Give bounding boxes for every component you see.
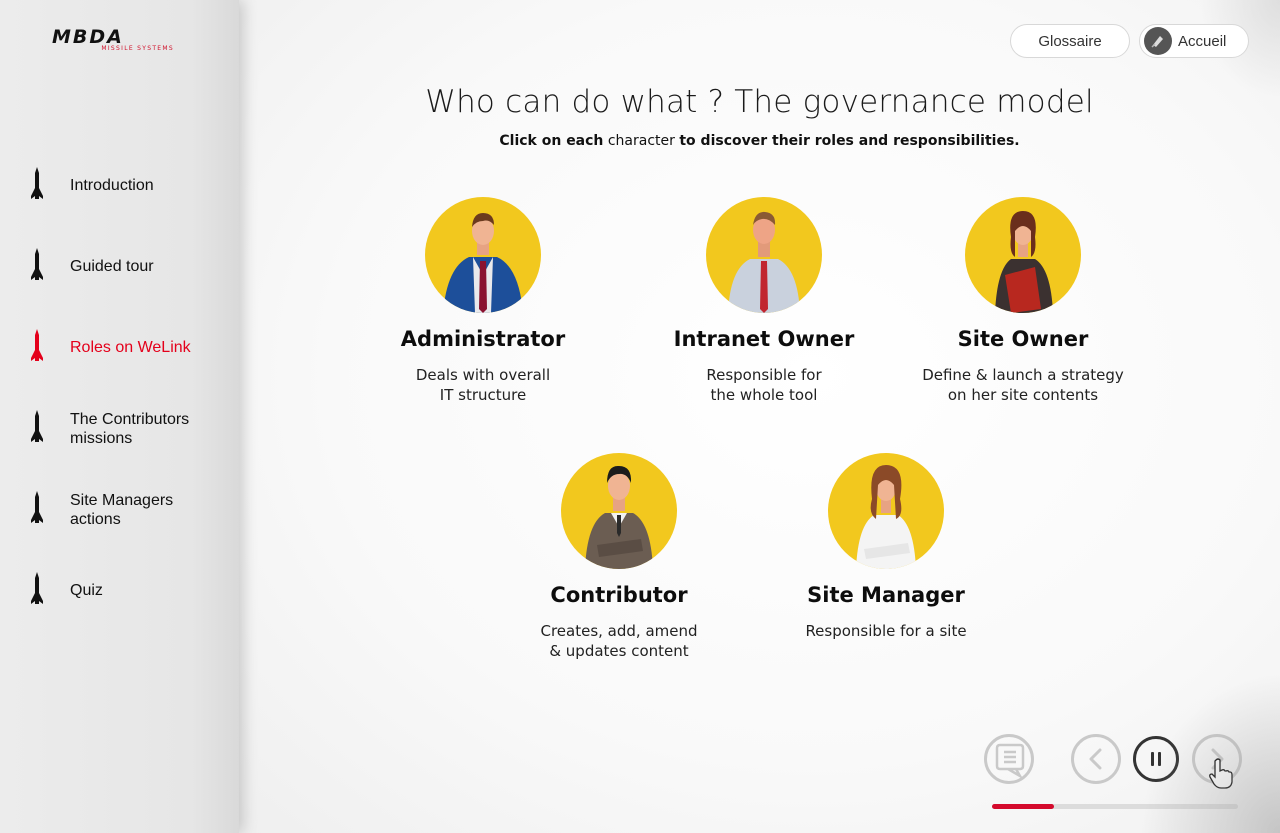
previous-button[interactable] bbox=[1071, 734, 1121, 784]
character-name: Site Manager bbox=[807, 583, 965, 607]
hand-cursor-icon bbox=[1209, 758, 1233, 789]
subtitle-part: to discover their roles and responsibili… bbox=[679, 133, 1020, 149]
progress-bar bbox=[992, 804, 1238, 809]
sidebar-item-quiz[interactable]: Quiz bbox=[0, 571, 239, 611]
site-owner-avatar bbox=[965, 197, 1081, 313]
transcript-button[interactable] bbox=[984, 734, 1034, 784]
subtitle-part: Click on each bbox=[499, 133, 604, 149]
home-button[interactable]: Accueil bbox=[1139, 24, 1249, 58]
character-name: Administrator bbox=[400, 327, 566, 351]
missile-icon bbox=[31, 491, 43, 523]
pause-icon bbox=[1151, 752, 1161, 766]
missile-icon bbox=[31, 167, 43, 199]
sidebar-item-site-managers-actions[interactable]: Site Managers actions bbox=[0, 490, 239, 530]
missile-icon bbox=[31, 329, 43, 361]
character-description: Responsible for the whole tool bbox=[706, 366, 822, 404]
sidebar-item-introduction[interactable]: Introduction bbox=[0, 166, 239, 206]
sidebar: MBDA MISSILE SYSTEMS Introduction Guided… bbox=[0, 0, 239, 833]
character-description: Define & launch a strategy on her site c… bbox=[922, 366, 1124, 404]
sidebar-item-guided-tour[interactable]: Guided tour bbox=[0, 247, 239, 287]
glossary-button[interactable]: Glossaire bbox=[1010, 24, 1130, 58]
home-icon bbox=[1144, 27, 1172, 55]
site-manager-avatar bbox=[828, 453, 944, 569]
character-description: Deals with overall IT structure bbox=[415, 366, 551, 404]
sidebar-item-label: Roles on WeLink bbox=[70, 339, 191, 356]
character-intranet-owner[interactable]: Intranet Owner Responsible for the whole… bbox=[634, 197, 894, 405]
sidebar-item-label: Quiz bbox=[70, 582, 103, 599]
character-site-owner[interactable]: Site Owner Define & launch a strategy on… bbox=[893, 197, 1153, 405]
missile-icon bbox=[31, 410, 43, 442]
sidebar-item-label: Site Managers actions bbox=[70, 492, 174, 528]
sidebar-item-label: The Contributors missions bbox=[70, 411, 190, 447]
missile-icon bbox=[31, 248, 43, 280]
intranet-owner-avatar bbox=[706, 197, 822, 313]
main-panel: Glossaire Accueil Who can do what ? The … bbox=[239, 0, 1280, 833]
administrator-avatar bbox=[425, 197, 541, 313]
character-contributor[interactable]: Contributor Creates, add, amend & update… bbox=[489, 453, 749, 661]
character-administrator[interactable]: Administrator Deals with overall IT stru… bbox=[353, 197, 613, 405]
contributor-avatar bbox=[561, 453, 677, 569]
chevron-left-icon bbox=[1089, 748, 1102, 770]
sidebar-item-label: Guided tour bbox=[70, 258, 154, 275]
progress-fill bbox=[992, 804, 1054, 809]
missile-icon bbox=[31, 572, 43, 604]
pause-button[interactable] bbox=[1133, 736, 1179, 782]
mbda-logo: MBDA MISSILE SYSTEMS bbox=[52, 26, 176, 56]
character-site-manager[interactable]: Site Manager Responsible for a site bbox=[756, 453, 1016, 641]
character-description: Responsible for a site bbox=[805, 622, 967, 640]
sidebar-item-roles[interactable]: Roles on WeLink bbox=[0, 328, 239, 368]
transcript-icon bbox=[995, 743, 1025, 778]
logo-tagline: MISSILE SYSTEMS bbox=[101, 45, 174, 52]
character-description: Creates, add, amend & updates content bbox=[540, 622, 698, 660]
page-title: Who can do what ? The governance model bbox=[425, 84, 1094, 120]
subtitle-part: character bbox=[607, 133, 675, 149]
character-name: Intranet Owner bbox=[673, 327, 855, 351]
sidebar-item-label: Introduction bbox=[70, 177, 154, 194]
character-name: Site Owner bbox=[957, 327, 1089, 351]
page-subtitle: Click on each character to discover thei… bbox=[239, 133, 1280, 149]
character-name: Contributor bbox=[550, 583, 688, 607]
home-label: Accueil bbox=[1178, 32, 1227, 50]
sidebar-item-contributors-missions[interactable]: The Contributors missions bbox=[0, 409, 239, 449]
